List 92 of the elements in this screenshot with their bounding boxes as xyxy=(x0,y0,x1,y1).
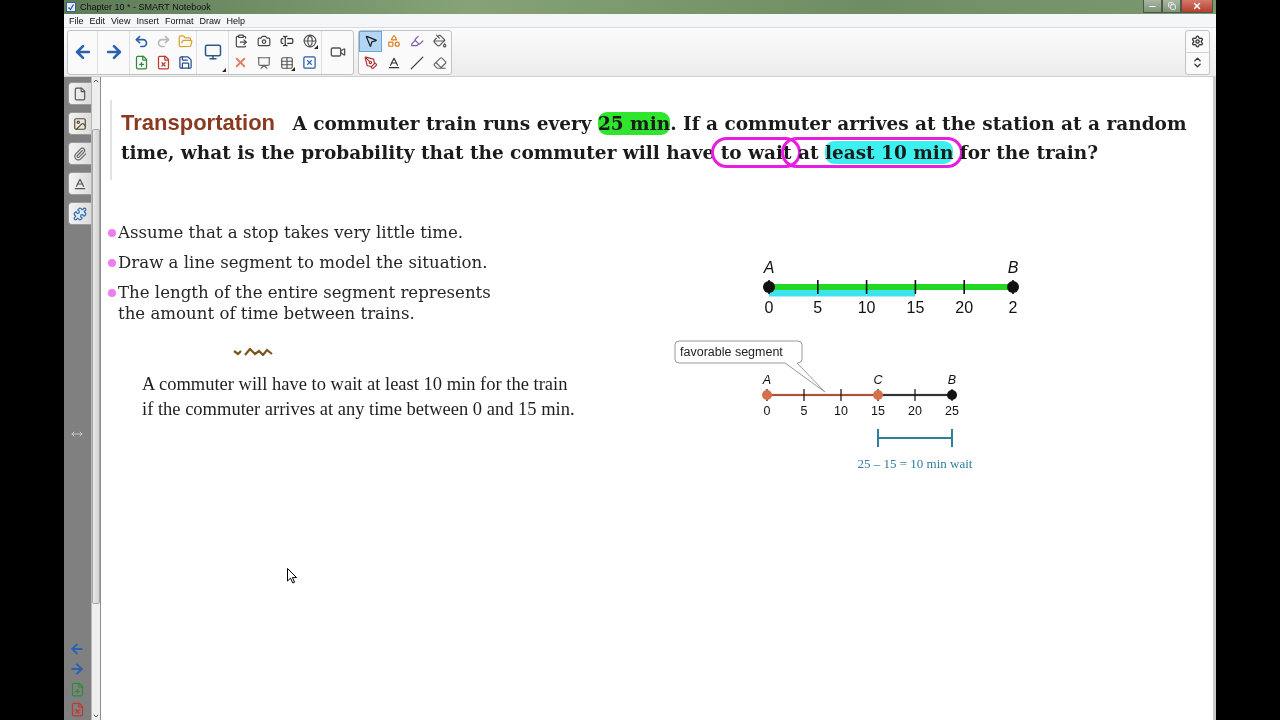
tick-mark xyxy=(914,280,917,294)
bullet-text: Assume that a stop takes very little time. xyxy=(118,222,464,243)
scribble-icon xyxy=(233,348,273,356)
bullet-dot-icon xyxy=(108,259,116,267)
mouse-pointer-icon xyxy=(287,568,298,584)
folder-icon xyxy=(177,33,193,49)
menu-item[interactable]: Edit xyxy=(89,15,106,26)
corner-triangle-icon xyxy=(291,66,295,71)
redo-icon xyxy=(155,33,171,49)
clipboard-icon xyxy=(233,34,248,49)
highlighter-icon xyxy=(409,34,424,49)
corner-triangle-icon xyxy=(314,45,318,49)
save-icon xyxy=(177,55,193,71)
table-icon xyxy=(279,55,294,70)
tick-mark xyxy=(865,280,868,294)
file-x-icon xyxy=(155,55,171,71)
properties-tab[interactable] xyxy=(67,172,91,195)
globe-icon xyxy=(302,34,317,49)
tick-label: 25 xyxy=(945,404,959,418)
bullet-dot-icon xyxy=(108,289,116,297)
tick-label: 15 xyxy=(871,404,885,418)
menu-item[interactable]: View xyxy=(111,15,131,26)
scroll-down-icon xyxy=(91,712,100,720)
restore-icon xyxy=(1167,2,1176,10)
scroll-up-icon xyxy=(91,77,100,85)
tick-label: 0 xyxy=(763,404,771,418)
minimize-button[interactable] xyxy=(1143,0,1162,13)
bullet-text: The length of the entire segment represents the amount of time between trains. xyxy=(118,282,492,324)
menu-item[interactable]: Insert xyxy=(136,15,159,26)
eraser-icon xyxy=(432,55,447,70)
add-ons-tab[interactable] xyxy=(67,202,91,225)
point-label: C xyxy=(873,373,883,387)
tick-mark xyxy=(803,389,805,401)
pen-icon xyxy=(363,55,378,70)
file-plus-icon xyxy=(69,681,85,697)
page-sorter-tab[interactable] xyxy=(67,82,91,105)
text-icon xyxy=(72,176,87,191)
tick-label: 2 xyxy=(1008,299,1018,316)
attachments-tab[interactable] xyxy=(67,142,91,165)
tick-label: 5 xyxy=(813,299,823,316)
restore-button[interactable] xyxy=(1162,0,1181,13)
pointer-icon xyxy=(363,34,378,49)
file-plus-icon xyxy=(133,55,149,71)
paperclip-icon xyxy=(72,146,87,161)
picture-icon xyxy=(72,116,87,131)
app-icon xyxy=(66,2,76,12)
tick-label: 20 xyxy=(908,404,922,418)
paint-bucket-icon xyxy=(432,34,447,49)
presentation-screen-icon xyxy=(256,55,271,70)
bracket-caption: 25 – 15 = 10 min wait xyxy=(857,456,973,471)
gallery-tab[interactable] xyxy=(67,112,91,135)
tool-button[interactable] xyxy=(359,30,382,52)
tick-label: 20 xyxy=(955,299,974,316)
monitor-icon xyxy=(203,43,222,61)
point-label: A xyxy=(763,259,775,276)
up-down-arrow-icon xyxy=(1191,56,1204,70)
tick-label: 5 xyxy=(800,404,808,418)
close-icon xyxy=(1192,1,1202,11)
bullet-dot-icon xyxy=(108,229,116,237)
page-icon xyxy=(72,86,87,101)
video-camera-icon xyxy=(329,44,346,60)
puzzle-icon xyxy=(72,206,87,221)
tick-label: 10 xyxy=(834,404,848,418)
square-x-icon xyxy=(302,55,317,71)
corner-triangle-icon xyxy=(222,67,226,72)
window-title: Chapter 10 * - SMART Notebook xyxy=(80,2,211,12)
tick-mark xyxy=(914,389,916,401)
line-icon xyxy=(409,55,424,70)
explanation-text: A commuter will have to wait at least 10 min for the train if the commuter arrives at any time between 0 and 15 min. xyxy=(142,373,576,421)
point-label: B xyxy=(1007,259,1019,276)
shapes-icon xyxy=(386,34,401,49)
tick-mark xyxy=(817,280,819,294)
tick-label: 0 xyxy=(764,299,774,316)
point-label: A xyxy=(762,373,772,387)
camera-icon xyxy=(256,34,271,49)
text-icon xyxy=(386,55,401,70)
menu-item[interactable]: Format xyxy=(164,15,194,26)
menu-item[interactable]: Draw xyxy=(199,15,221,26)
settings-icon xyxy=(1191,34,1204,48)
scrollbar-thumb[interactable] xyxy=(91,129,100,604)
tick-label: 10 xyxy=(857,299,876,316)
menu-item[interactable]: Help xyxy=(226,15,245,26)
file-x-icon xyxy=(69,701,85,717)
point-label: B xyxy=(947,373,957,387)
undo-icon xyxy=(133,33,149,49)
text-cursor-icon xyxy=(279,34,294,49)
menu-item[interactable]: File xyxy=(69,15,84,26)
tick-mark xyxy=(963,280,965,294)
tick-mark xyxy=(840,389,842,401)
close-button[interactable] xyxy=(1181,0,1213,13)
bullet-text: Draw a line segment to model the situation. xyxy=(118,252,488,273)
tick-label: 15 xyxy=(906,299,925,316)
